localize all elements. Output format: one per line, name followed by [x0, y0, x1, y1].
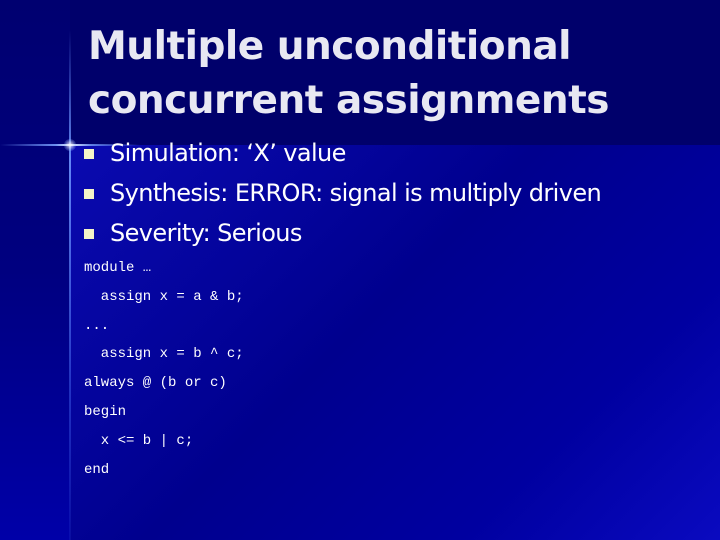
square-bullet-icon [84, 149, 94, 159]
slide-title: Multiple unconditional concurrent assign… [88, 20, 609, 128]
decorative-cross-glow [64, 139, 76, 151]
slide-title-line-1: Multiple unconditional [88, 24, 572, 69]
bullet-item-severity: Severity: Serious [84, 213, 601, 253]
left-background-band [0, 0, 70, 540]
bullet-item-simulation: Simulation: ‘X’ value [84, 133, 601, 173]
bullet-text: Simulation: ‘X’ value [110, 139, 346, 167]
code-line: module … [84, 260, 152, 276]
code-line: assign x = a & b; [84, 288, 244, 305]
bullet-item-synthesis: Synthesis: ERROR: signal is multiply dri… [84, 173, 602, 213]
code-line: ... [84, 317, 110, 334]
bullet-text: Synthesis: ERROR: signal is multiply dri… [110, 179, 602, 207]
code-line: begin [84, 403, 127, 420]
code-line: always @ (b or c) [84, 375, 227, 392]
square-bullet-icon [84, 189, 94, 199]
code-line: end [84, 461, 110, 478]
bullet-list: Simulation: ‘X’ value Synthesis: ERROR: … [84, 133, 602, 253]
slide-title-line-2: concurrent assignments [88, 78, 609, 123]
square-bullet-icon [84, 229, 94, 239]
decorative-vertical-line [69, 30, 71, 540]
code-line: x <= b | c; [84, 432, 194, 449]
code-line: assign x = b ^ c; [84, 346, 244, 363]
bullet-text: Severity: Serious [110, 219, 302, 247]
code-block: module … assign x = a & b; ... assign x … [84, 254, 244, 484]
